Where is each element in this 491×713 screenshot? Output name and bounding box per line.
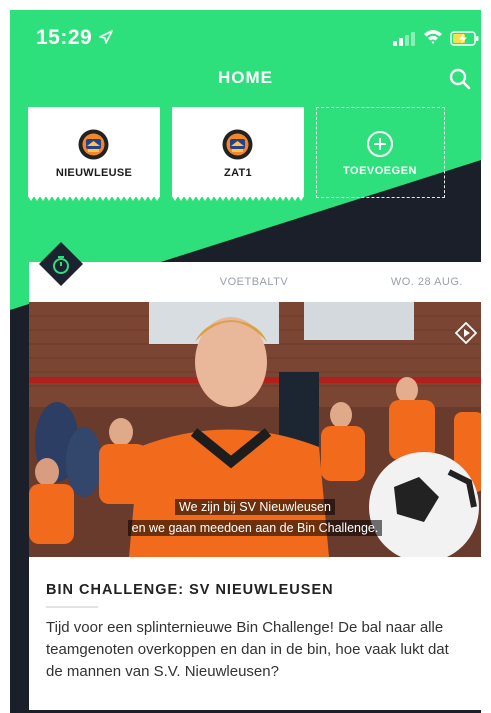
- add-team-label: TOEVOEGEN: [343, 165, 417, 177]
- club-logo-icon: [78, 129, 109, 160]
- club-logo-icon: [222, 129, 253, 160]
- status-bar: 15:29: [10, 10, 481, 60]
- title-divider: [46, 606, 98, 608]
- team-card-nieuwleuse[interactable]: NIEUWLEUSE: [28, 107, 160, 201]
- app-screen: 15:29 HOME NIEUWLEUSE ZAT1 TOEVOEGEN VOE…: [10, 10, 481, 713]
- add-circle-icon: [367, 131, 393, 157]
- status-time: 15:29: [36, 26, 93, 49]
- location-arrow-icon: [99, 30, 113, 44]
- card-edge: [28, 196, 160, 201]
- news-card-header: VOETBALTV WO. 28 AUG.: [29, 262, 481, 302]
- stopwatch-badge-icon: [39, 242, 83, 286]
- video-subtitle-line: en we gaan meedoen aan de Bin Challenge.: [127, 520, 383, 536]
- news-body: Tijd voor een splinternieuwe Bin Challen…: [46, 619, 449, 680]
- video-play-icon[interactable]: [455, 322, 477, 344]
- team-name: ZAT1: [224, 167, 252, 179]
- signal-icon: [393, 32, 415, 46]
- news-title: BIN CHALLENGE: SV NIEUWLEUSEN: [46, 582, 334, 598]
- video-subtitle: We zijn bij SV Nieuwleusen: [29, 498, 481, 516]
- video-subtitle: en we gaan meedoen aan de Bin Challenge.: [29, 519, 481, 537]
- news-source: VOETBALTV: [219, 276, 289, 288]
- video-thumbnail[interactable]: We zijn bij SV Nieuwleusen en we gaan me…: [29, 302, 481, 557]
- page-title: HOME: [218, 68, 273, 87]
- search-icon[interactable]: [448, 67, 472, 91]
- news-date: WO. 28 AUG.: [390, 276, 463, 288]
- battery-charging-icon: [450, 31, 479, 46]
- add-team-button[interactable]: TOEVOEGEN: [316, 107, 445, 198]
- video-subtitle-line: We zijn bij SV Nieuwleusen: [175, 499, 335, 515]
- team-name: NIEUWLEUSE: [55, 167, 133, 179]
- team-card-zat1[interactable]: ZAT1: [172, 107, 304, 201]
- wifi-icon: [424, 30, 442, 44]
- card-edge: [172, 196, 304, 201]
